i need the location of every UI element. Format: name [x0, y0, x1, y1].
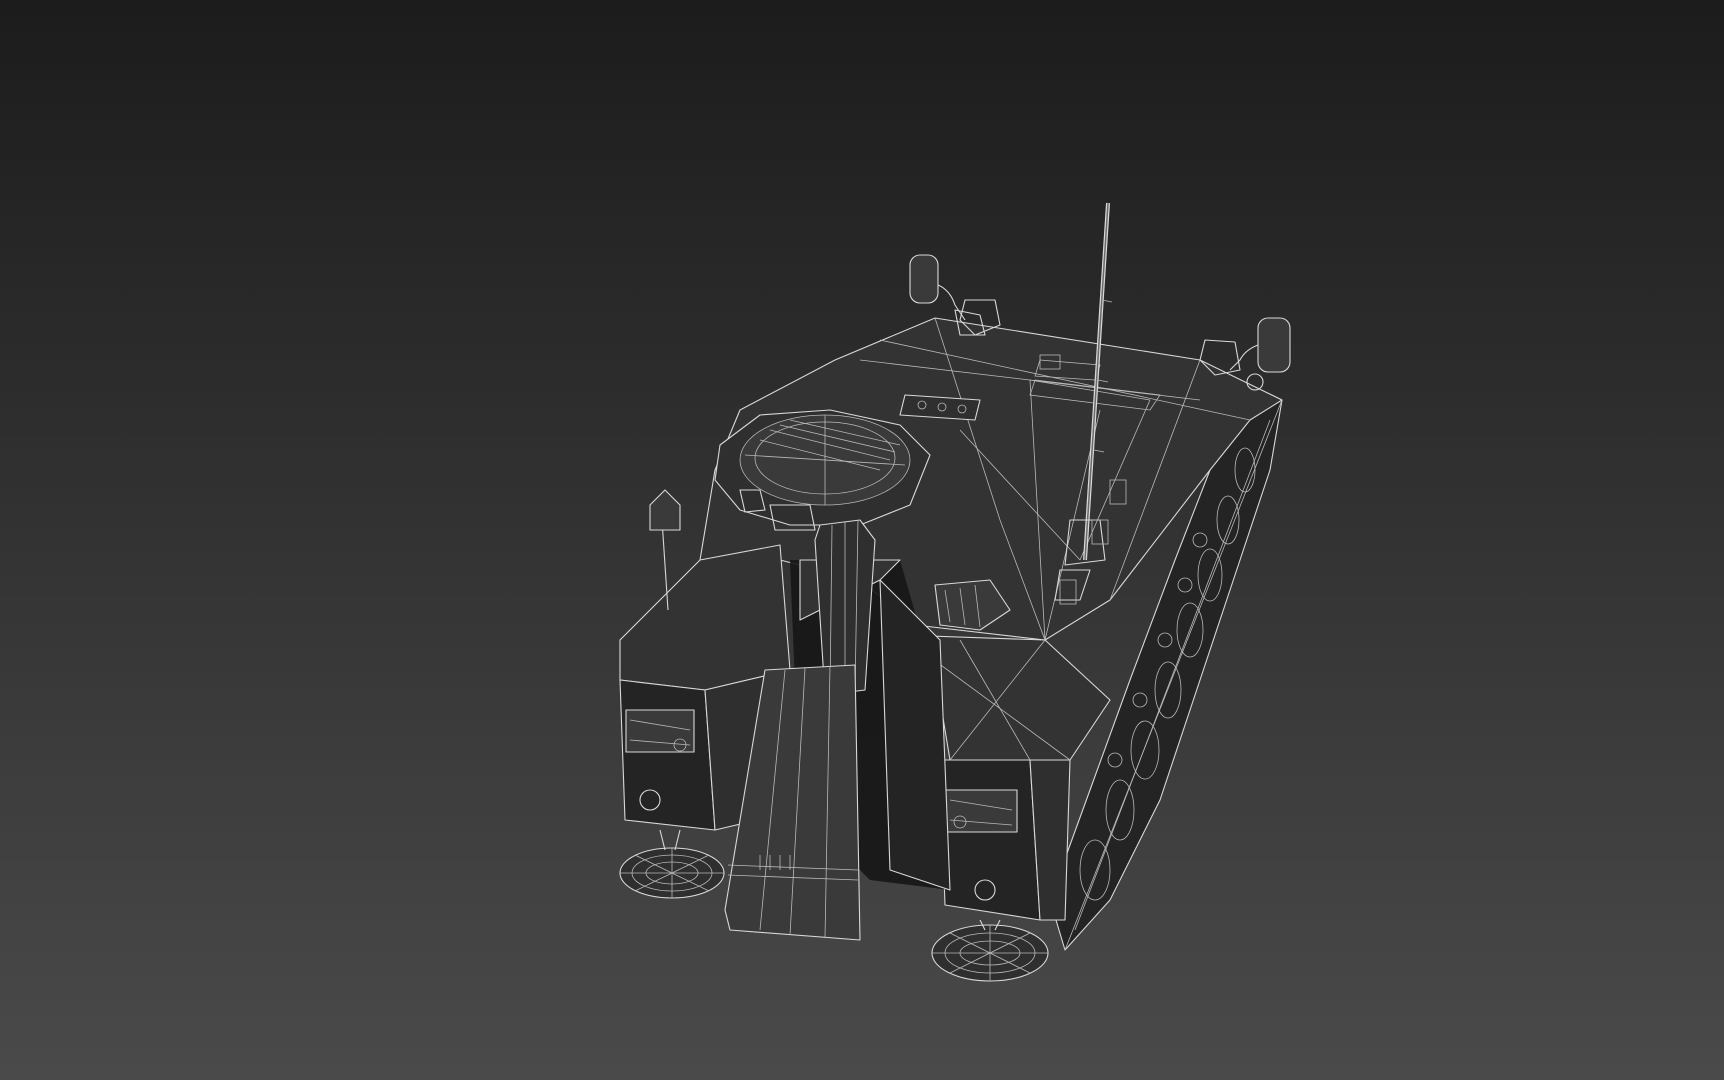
vehicle-model[interactable]: [0, 0, 1724, 1080]
right-tow-point[interactable]: [931, 919, 1049, 982]
3d-viewport[interactable]: [0, 0, 1724, 1080]
left-tow-point[interactable]: [619, 829, 725, 899]
